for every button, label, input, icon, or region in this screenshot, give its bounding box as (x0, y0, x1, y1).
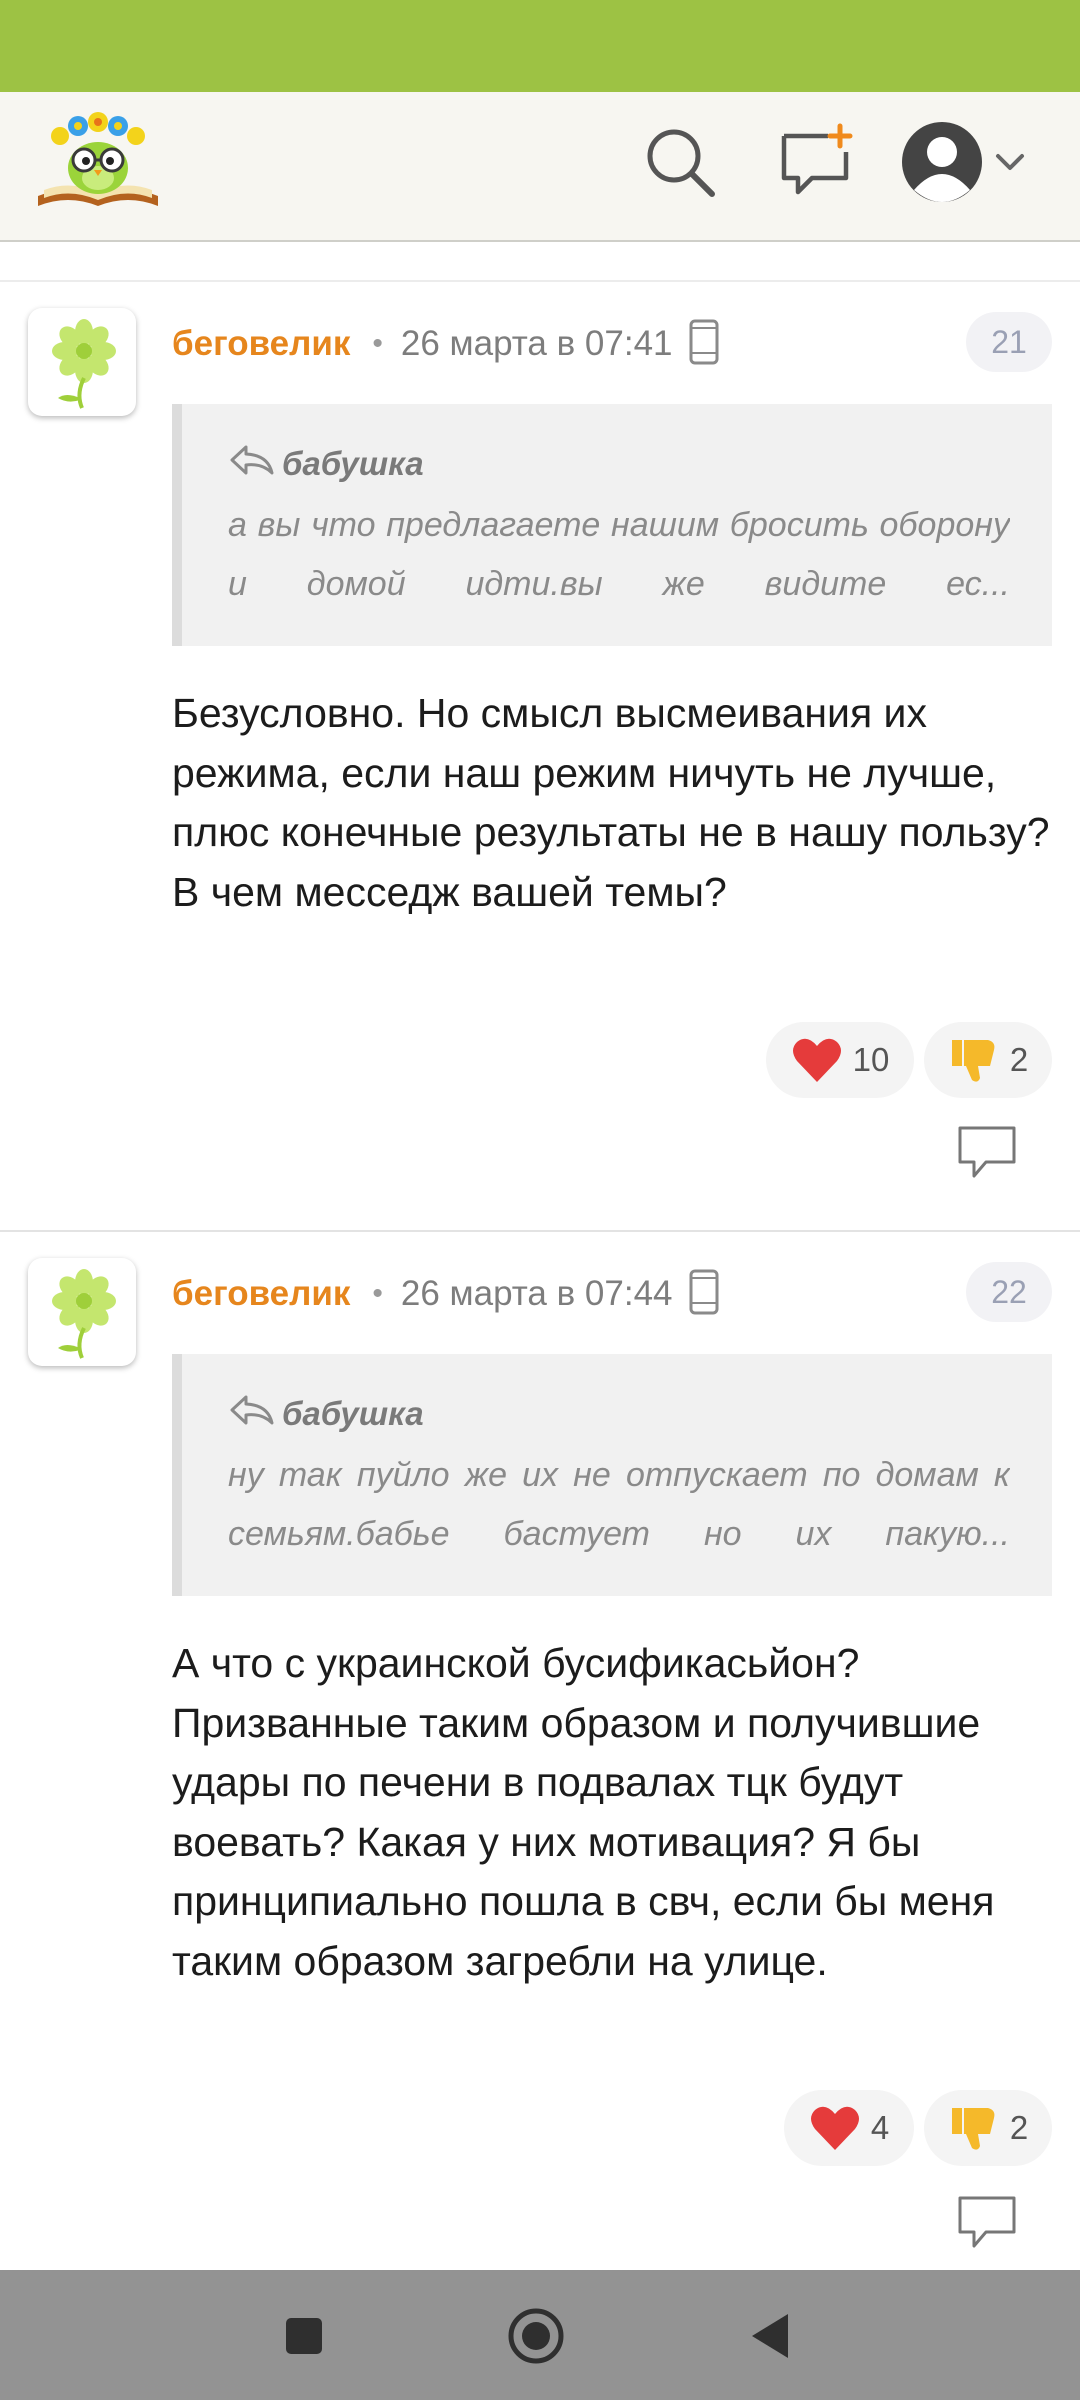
thumbs-down-icon (951, 2108, 995, 2150)
mobile-device-icon (689, 319, 719, 370)
thumbs-down-icon (951, 1040, 995, 1082)
reply-arrow-icon (228, 443, 274, 485)
user-avatar-icon (902, 122, 982, 202)
mobile-device-icon (689, 1269, 719, 1320)
flower-avatar-icon (52, 319, 116, 409)
dislike-count: 2 (1009, 2109, 1029, 2146)
quote-author: бабушка (282, 1395, 424, 1432)
dislike-count: 2 (1009, 1041, 1029, 1078)
back-triangle-icon[interactable] (740, 2306, 800, 2366)
quoted-reply[interactable]: бабушка а вы что предлагаете нашим броси… (172, 404, 1052, 646)
dislike-button[interactable]: 2 (924, 2090, 1052, 2166)
comment-date: 26 марта в 07:44 (400, 1274, 673, 1313)
quote-text: а вы что предлагаете нашим бросить оборо… (228, 506, 1010, 603)
heart-icon (810, 2106, 859, 2150)
reply-arrow-icon (228, 1393, 274, 1435)
like-count: 10 (852, 1041, 890, 1078)
comment-item: беговелик • 26 марта в 07:41 21 бабушка … (0, 280, 1080, 1230)
comment-text: А что с украинской бусификасьйон? Призва… (172, 1640, 995, 1984)
comment-author[interactable]: беговелик (172, 324, 350, 364)
quote-text: ну так пуйло же их не отпускает по домам… (228, 1456, 1010, 1553)
recents-square-icon[interactable] (274, 2306, 334, 2366)
comment-number[interactable]: 22 (966, 1262, 1052, 1322)
like-count: 4 (870, 2109, 890, 2146)
like-button[interactable]: 4 (784, 2090, 914, 2166)
comment-item: беговелик • 26 марта в 07:44 22 бабушка … (0, 1230, 1080, 2270)
new-post-icon[interactable] (776, 122, 856, 202)
author-avatar[interactable] (28, 308, 136, 416)
comment-number[interactable]: 21 (966, 312, 1052, 372)
chevron-down-icon (996, 154, 1024, 170)
flower-avatar-icon (52, 1269, 116, 1359)
reply-comment-icon[interactable] (956, 1124, 1018, 1180)
meta-separator: • (372, 327, 383, 360)
quoted-reply[interactable]: бабушка ну так пуйло же их не отпускает … (172, 1354, 1052, 1596)
status-bar (0, 0, 1080, 92)
comment-text: Безусловно. Но смысл высмеивания их режи… (172, 690, 1050, 915)
reply-comment-icon[interactable] (956, 2194, 1018, 2250)
author-avatar[interactable] (28, 1258, 136, 1366)
comment-date: 26 марта в 07:41 (400, 324, 673, 363)
like-button[interactable]: 10 (766, 1022, 914, 1098)
app-header (0, 92, 1080, 242)
site-logo[interactable] (34, 110, 162, 214)
heart-icon (792, 1038, 841, 1082)
meta-separator: • (372, 1277, 383, 1310)
system-nav-bar (0, 2270, 1080, 2400)
dislike-button[interactable]: 2 (924, 1022, 1052, 1098)
user-menu-button[interactable] (900, 118, 1050, 208)
comment-author[interactable]: беговелик (172, 1274, 350, 1314)
home-circle-icon[interactable] (506, 2306, 566, 2366)
quote-author: бабушка (282, 445, 424, 482)
search-icon[interactable] (640, 122, 720, 202)
